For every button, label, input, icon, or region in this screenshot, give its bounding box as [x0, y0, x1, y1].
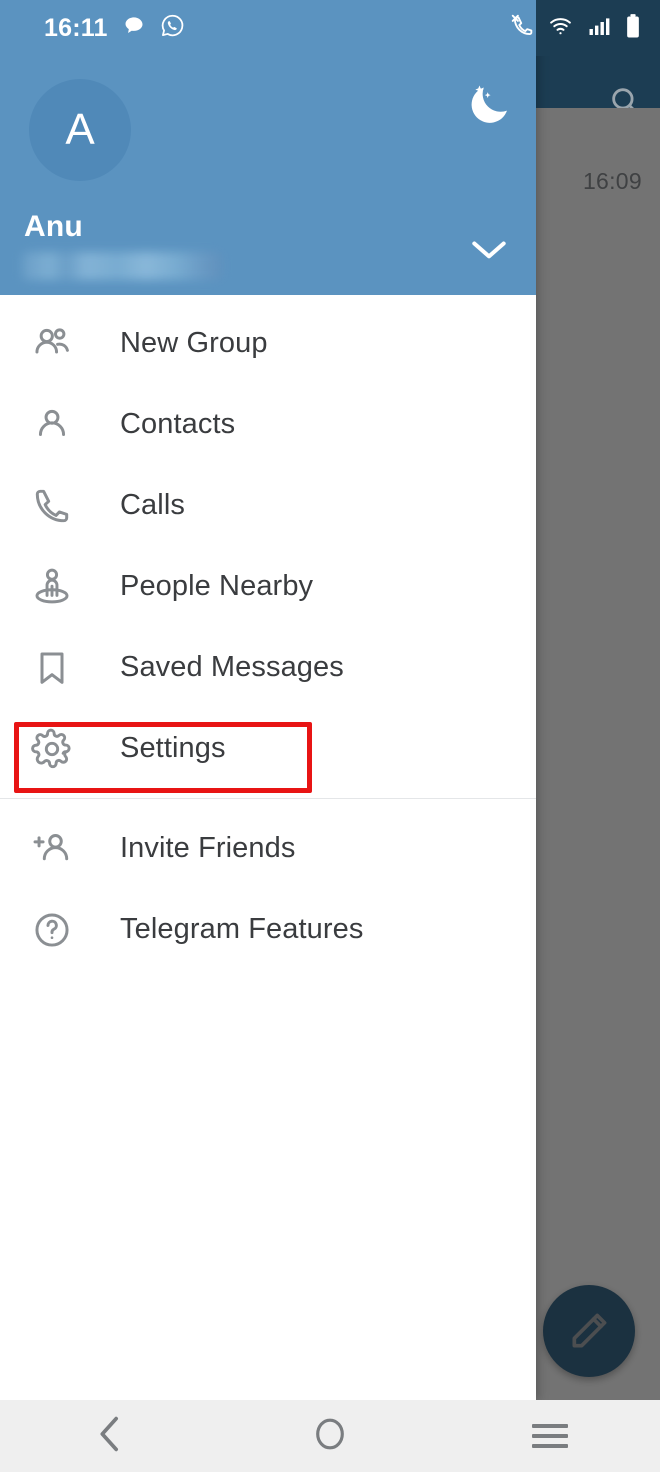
menu-item-people-nearby[interactable]: People Nearby: [0, 546, 536, 627]
menu-item-telegram-features[interactable]: Telegram Features: [0, 889, 536, 970]
menu-item-new-group[interactable]: New Group: [0, 303, 536, 384]
drawer-scrim-top: [536, 0, 660, 108]
two-people-icon: [24, 316, 80, 372]
menu-item-label: Invite Friends: [120, 832, 296, 864]
nav-recents-button[interactable]: [490, 1400, 610, 1472]
profile-phone-redacted: [22, 252, 222, 280]
profile-name: Anu: [24, 210, 83, 243]
phone-screen: 16:09 eived… A Anu: [0, 0, 660, 1472]
nav-back-button[interactable]: [50, 1400, 170, 1472]
menu-item-invite-friends[interactable]: Invite Friends: [0, 808, 536, 889]
menu-item-label: People Nearby: [120, 570, 314, 602]
menu-item-saved-messages[interactable]: Saved Messages: [0, 627, 536, 708]
menu-item-calls[interactable]: Calls: [0, 465, 536, 546]
chevron-down-icon[interactable]: [460, 228, 518, 270]
drawer-profile-header[interactable]: A Anu: [0, 0, 536, 295]
menu-item-label: Saved Messages: [120, 651, 344, 683]
navigation-drawer: A Anu New Group Contacts Calls People Ne…: [0, 0, 536, 1400]
question-mark-circle-icon: [24, 902, 80, 958]
drawer-scrim[interactable]: [536, 108, 660, 1400]
menu-item-label: Settings: [120, 732, 226, 764]
bookmark-icon: [24, 640, 80, 696]
person-on-location-ring-icon: [24, 559, 80, 615]
nav-home-button[interactable]: [270, 1400, 390, 1472]
menu-item-settings[interactable]: Settings: [0, 708, 536, 789]
circle-icon: [313, 1414, 347, 1459]
menu-divider: [0, 798, 536, 799]
add-person-icon: [24, 821, 80, 877]
person-icon: [24, 397, 80, 453]
chevron-left-icon: [93, 1414, 127, 1459]
crescent-moon-icon[interactable]: [458, 74, 520, 136]
drawer-menu-list: New Group Contacts Calls People Nearby S…: [0, 295, 536, 970]
menu-item-label: Calls: [120, 489, 185, 521]
phone-handset-icon: [24, 478, 80, 534]
menu-item-label: Contacts: [120, 408, 236, 440]
gear-icon: [24, 721, 80, 777]
menu-item-label: Telegram Features: [120, 913, 364, 945]
hamburger-icon: [532, 1424, 568, 1448]
avatar-initial: A: [65, 105, 95, 154]
menu-item-contacts[interactable]: Contacts: [0, 384, 536, 465]
menu-item-label: New Group: [120, 327, 268, 359]
avatar[interactable]: A: [29, 79, 131, 181]
android-navigation-bar: [0, 1400, 660, 1472]
